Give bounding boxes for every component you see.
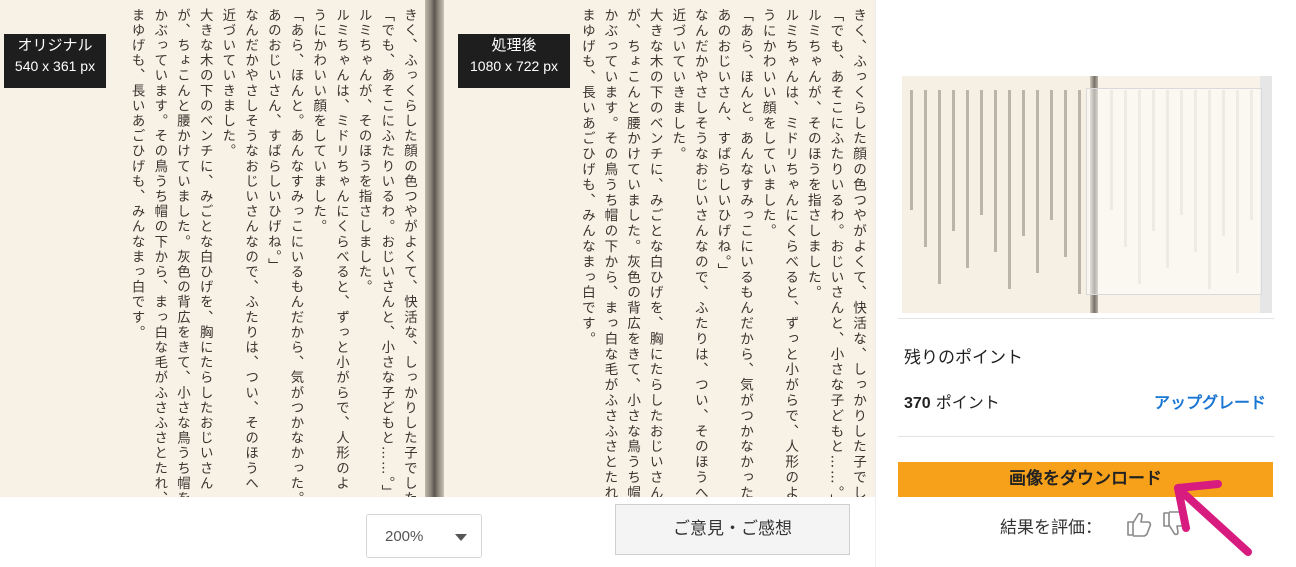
thumbnail-text-line: [938, 90, 941, 284]
page-text-line: まゆげも、長いあごひげも、みんなまっ白です。: [128, 8, 144, 341]
points-unit: ポイント: [935, 393, 1000, 412]
processed-page-text: きく、ふっくらした顔の色つやがよくて、快活な、しっかりした子でした。 「でも、あそ…: [575, 8, 869, 497]
viewport-selection[interactable]: [1086, 88, 1262, 295]
thumbs-up-icon[interactable]: [1124, 509, 1154, 539]
pink-arrow-annotation: [1174, 480, 1252, 556]
thumbnail-text-line: [924, 90, 927, 247]
processed-badge-size: 1080 x 722 px: [470, 58, 558, 74]
page-text-line: なんだかやさしそうなおじいさんなので、ふたりは、つい、そのほうへ: [242, 8, 258, 492]
processed-badge-label: 処理後: [491, 37, 537, 54]
page-text-line: きく、ふっくらした顔の色つやがよくて、快活な、しっかりした子でした。: [401, 8, 416, 497]
thumbnail-text-line: [994, 90, 997, 252]
page-text-line: まゆげも、長いあごひげも、みんなまっ白です。: [578, 8, 595, 347]
page-text-line: かぶっています。その鳥うち帽の下から、まっ白な毛がふさふさとたれ、: [151, 8, 167, 497]
page-text-line: 「でも、あそこにふたりいるわ。おじいさんと、小さな子どもと……。」: [378, 8, 394, 497]
page-text-line: ルミちゃんは、ミドリちゃんにくらべると、ずっと小がらで、人形のよ: [332, 8, 348, 492]
thumbnail-text-line: [980, 90, 983, 215]
points-value: 370: [904, 395, 931, 412]
page-text-line: ルミちゃんが、そのほうを指さしました。: [804, 8, 821, 301]
rate-result-label: 結果を評価：: [1000, 518, 1102, 538]
original-badge-size: 540 x 361 px: [14, 58, 96, 74]
zoom-select[interactable]: 200%: [366, 514, 482, 558]
page-text-line: 大きな木の下のベンチに、みごとな白ひげを、胸にたらしたおじいさん: [646, 8, 663, 497]
page-text-line: 「でも、あそこにふたりいるわ。おじいさんと、小さな子どもと……。」: [827, 8, 844, 497]
zoom-value: 200%: [385, 528, 424, 545]
points-balance: 370 ポイント: [904, 389, 1000, 413]
page-text-line: かぶっています。その鳥うち帽の下から、まっ白な毛がふさふさとたれ、: [601, 8, 618, 497]
page-text-line: きく、ふっくらした顔の色つやがよくて、快活な、しっかりした子でした。: [850, 8, 866, 497]
compare-slider-handle[interactable]: [425, 0, 444, 497]
page-text-line: ルミちゃんが、そのほうを指さしました。: [355, 8, 371, 295]
page-text-line: が、ちょこんと腰かけていました。灰色の背広をきて、小さな鳥うち帽を: [173, 8, 189, 497]
original-badge: オリジナル 540 x 361 px: [4, 34, 106, 88]
page-text-line: あのおじいさん、すばらしいひげね。」: [714, 8, 731, 279]
page-text-line: 大きな木の下のベンチに、みごとな白ひげを、胸にたらしたおじいさん: [196, 8, 212, 492]
page-text-line: 近づいていきました。: [669, 8, 686, 162]
image-compare-viewer[interactable]: きく、ふっくらした顔の色つやがよくて、快活な、しっかりした子でした。 「でも、あそ…: [0, 0, 875, 497]
thumbnail-text-line: [910, 90, 913, 210]
page-text-line: うにかわいい顔をしていました。: [310, 8, 326, 235]
feedback-button[interactable]: ご意見・ご感想: [615, 504, 850, 555]
upgrade-link[interactable]: アップグレード: [1154, 389, 1266, 413]
page-text-line: が、ちょこんと腰かけていました。灰色の背広をきて、小さな鳥うち帽を: [624, 8, 641, 497]
thumbnail-text-line: [1064, 90, 1067, 257]
page-text-line: ルミちゃんは、ミドリちゃんにくらべると、ずっと小がらで、人形のよ: [782, 8, 799, 497]
thumbnail-text-line: [1022, 90, 1025, 236]
page-text-line: うにかわいい顔をしていました。: [759, 8, 776, 239]
thumbnail-text-line: [1036, 90, 1039, 273]
chevron-down-icon: [455, 534, 467, 541]
processed-badge: 処理後 1080 x 722 px: [458, 34, 570, 88]
thumbnail-text-line: [1078, 90, 1081, 294]
original-page-text: きく、ふっくらした顔の色つやがよくて、快活な、しっかりした子でした。 「でも、あそ…: [124, 8, 419, 497]
thumbnail-text-line: [1050, 90, 1053, 220]
thumbnail-text-line: [966, 90, 969, 268]
thumbnail-text-line: [1008, 90, 1011, 289]
page-text-line: 「あら、ほんと。あんなすみっこにいるもんだから、気がつかなかった。: [737, 8, 754, 497]
thumbnail-text-line: [952, 90, 955, 231]
page-text-line: あのおじいさん、すばらしいひげね。」: [264, 8, 280, 274]
thumbnail-original-half: [902, 76, 1092, 313]
remaining-points-label: 残りのポイント: [904, 348, 1023, 368]
page-text-line: なんだかやさしそうなおじいさんなので、ふたりは、つい、そのほうへ: [691, 8, 708, 497]
divider: [898, 436, 1274, 437]
navigator-thumbnail[interactable]: [902, 76, 1272, 313]
divider: [898, 318, 1274, 319]
page-text-line: 近づいていきました。: [219, 8, 235, 159]
original-badge-label: オリジナル: [17, 37, 93, 54]
page-text-line: 「あら、ほんと。あんなすみっこにいるもんだから、気がつかなかった。: [287, 8, 303, 497]
